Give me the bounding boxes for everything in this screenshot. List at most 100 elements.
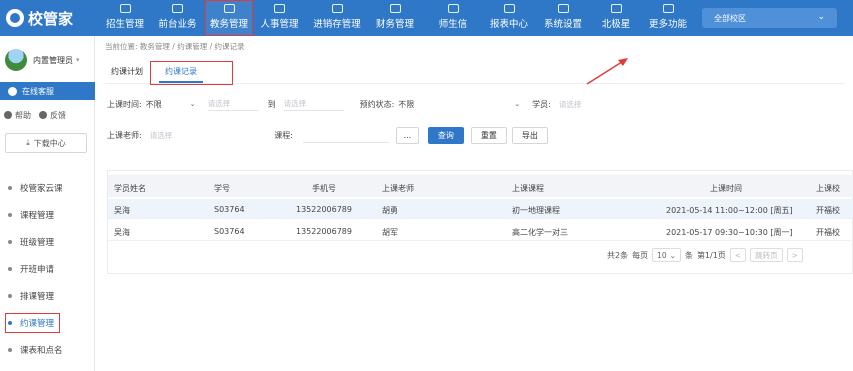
- bullet-icon: [8, 212, 12, 217]
- nav-item-inventory[interactable]: 进销存管理: [306, 0, 368, 36]
- nav-label: 更多功能: [648, 19, 687, 30]
- cell-student-id: S03764: [214, 227, 245, 236]
- tab-booking-plan[interactable]: 约课计划: [105, 62, 149, 83]
- nav-label: 招生管理: [105, 19, 144, 30]
- nav-item-polaris[interactable]: 北极星: [592, 0, 640, 36]
- nav-label: 前台业务: [158, 19, 197, 30]
- nav-item-more[interactable]: 更多功能: [640, 0, 696, 36]
- help-link[interactable]: 帮助: [4, 110, 31, 121]
- booking-status-label: 预约状态:: [359, 99, 395, 109]
- sidebar-item-cloud-class[interactable]: 校管家云课: [0, 174, 95, 201]
- user-menu[interactable]: 内置管理员 ▾: [0, 46, 95, 74]
- logo-icon: [6, 9, 24, 27]
- total-count: 共2条: [607, 250, 629, 260]
- to-label: 到: [267, 99, 276, 109]
- app-logo[interactable]: 校管家: [6, 7, 73, 29]
- breadcrumb: 当前位置: 教务管理 / 约课管理 / 约课记录: [105, 42, 245, 51]
- feedback-link[interactable]: 反馈: [39, 110, 66, 121]
- page-size-select[interactable]: 10 ⌄: [652, 248, 681, 262]
- course-picker-button[interactable]: ...: [395, 127, 419, 144]
- report-icon: [503, 4, 515, 13]
- start-date-placeholder: 请选择: [207, 99, 231, 108]
- nav-item-admissions[interactable]: 招生管理: [100, 0, 150, 36]
- filter-row-2: 上课老师: 请选择 课程: ... 查询 重置 导出: [107, 127, 548, 144]
- prev-page-button[interactable]: <: [729, 248, 747, 262]
- booking-status-select[interactable]: 不限: [398, 99, 414, 110]
- nav-item-academic[interactable]: 教务管理: [205, 0, 253, 36]
- nav-label: 教务管理: [209, 19, 248, 30]
- online-service-button[interactable]: 在线客服: [0, 82, 95, 100]
- nav-label: 师生信: [438, 19, 468, 30]
- end-date-input[interactable]: 请选择: [283, 97, 344, 111]
- chevron-down-icon: ⌄: [514, 100, 521, 108]
- sidebar-item-timetable[interactable]: 课表和点名: [0, 336, 95, 363]
- sidebar-item-booking[interactable]: 约课管理: [0, 309, 95, 336]
- sidebar-menu: 校管家云课 课程管理 班级管理 开班申请 排课管理 约课管理 课表和点名: [0, 174, 95, 363]
- cell-phone: 13522006789: [296, 205, 352, 214]
- users-icon: [119, 4, 131, 13]
- campus-select[interactable]: 全部校区 ⌄: [702, 8, 837, 28]
- bullet-icon: [8, 185, 12, 190]
- nav-label: 系统设置: [543, 19, 582, 30]
- cell-student-name: 吴海: [114, 228, 130, 237]
- chevron-down-icon: ⌄: [669, 250, 676, 260]
- nav-item-front-desk[interactable]: 前台业务: [150, 0, 205, 36]
- pagination: 共2条 每页 10 ⌄ 条 第1/1页 < 跳转页 >: [607, 248, 803, 262]
- sidebar-item-label: 约课管理: [4, 312, 61, 333]
- sidebar-item-label: 开班申请: [20, 264, 55, 275]
- cell-student-id: S03764: [214, 205, 245, 214]
- sidebar-item-classes[interactable]: 班级管理: [0, 228, 95, 255]
- sidebar: 内置管理员 ▾ 在线客服 帮助 反馈 ⤓ 下载中心 校管家云课 课程管理 班级管…: [0, 36, 95, 371]
- sidebar-item-class-application[interactable]: 开班申请: [0, 255, 95, 282]
- question-icon: [4, 111, 12, 119]
- start-date-input[interactable]: 请选择: [207, 97, 258, 111]
- feedback-label: 反馈: [50, 111, 66, 120]
- money-icon: [389, 4, 401, 13]
- download-center-button[interactable]: ⤓ 下载中心: [5, 133, 87, 153]
- end-date-placeholder: 请选择: [283, 99, 307, 108]
- unit-label: 条: [684, 250, 693, 260]
- online-service-label: 在线客服: [22, 86, 54, 96]
- class-time-label: 上课时间:: [107, 99, 142, 109]
- col-header-student-name: 学员姓名: [114, 184, 146, 193]
- nav-item-settings[interactable]: 系统设置: [534, 0, 592, 36]
- highlight-box: [150, 61, 233, 85]
- next-page-button[interactable]: >: [786, 248, 803, 262]
- nav-item-messaging[interactable]: 师生信: [422, 0, 484, 36]
- top-nav-bar: 校管家 招生管理 前台业务 教务管理 人事管理 进销存管理 财务管理 师生信 报…: [0, 0, 853, 36]
- student-label: 学员:: [532, 99, 551, 109]
- help-row: 帮助 反馈: [4, 110, 66, 121]
- bullet-icon: [8, 239, 12, 244]
- cell-student-name: 吴海: [114, 206, 130, 215]
- cell-teacher: 胡勇: [382, 206, 398, 215]
- col-header-phone: 手机号: [312, 184, 336, 193]
- settings-icon: [557, 4, 569, 13]
- nav-item-reports[interactable]: 报表中心: [484, 0, 534, 36]
- chevron-down-icon: ⌄: [817, 12, 825, 22]
- jump-page-input[interactable]: 跳转页: [750, 248, 783, 262]
- query-button[interactable]: 查询: [427, 127, 464, 144]
- nav-label: 报表中心: [489, 19, 528, 30]
- table-row[interactable]: 吴海 S03764 13522006789 胡军 高二化学一对三 2021-05…: [108, 221, 853, 241]
- reset-button[interactable]: 重置: [470, 127, 507, 144]
- sidebar-item-scheduling[interactable]: 排课管理: [0, 282, 95, 309]
- chat-icon: [447, 4, 459, 13]
- nav-item-finance[interactable]: 财务管理: [368, 0, 422, 36]
- class-time-select[interactable]: 不限: [146, 99, 162, 110]
- nav-label: 人事管理: [260, 19, 299, 30]
- sidebar-item-label: 排课管理: [20, 291, 55, 302]
- sidebar-item-courses[interactable]: 课程管理: [0, 201, 95, 228]
- teacher-input[interactable]: 请选择: [150, 130, 173, 141]
- student-input[interactable]: 请选择: [559, 99, 582, 110]
- help-label: 帮助: [15, 111, 31, 120]
- bullet-icon: [8, 293, 12, 298]
- cell-class-time: 2021-05-14 11:00~12:00 [周五]: [666, 206, 793, 215]
- course-input[interactable]: [302, 129, 389, 143]
- page-indicator: 第1/1页: [696, 250, 726, 260]
- nav-item-hr[interactable]: 人事管理: [253, 0, 306, 36]
- teacher-label: 上课老师:: [107, 131, 142, 140]
- bullet-icon: [8, 347, 12, 352]
- page-size-value: 10: [657, 250, 667, 260]
- export-button[interactable]: 导出: [511, 127, 548, 144]
- table-row[interactable]: 吴海 S03764 13522006789 胡勇 初一地理课程 2021-05-…: [108, 199, 853, 219]
